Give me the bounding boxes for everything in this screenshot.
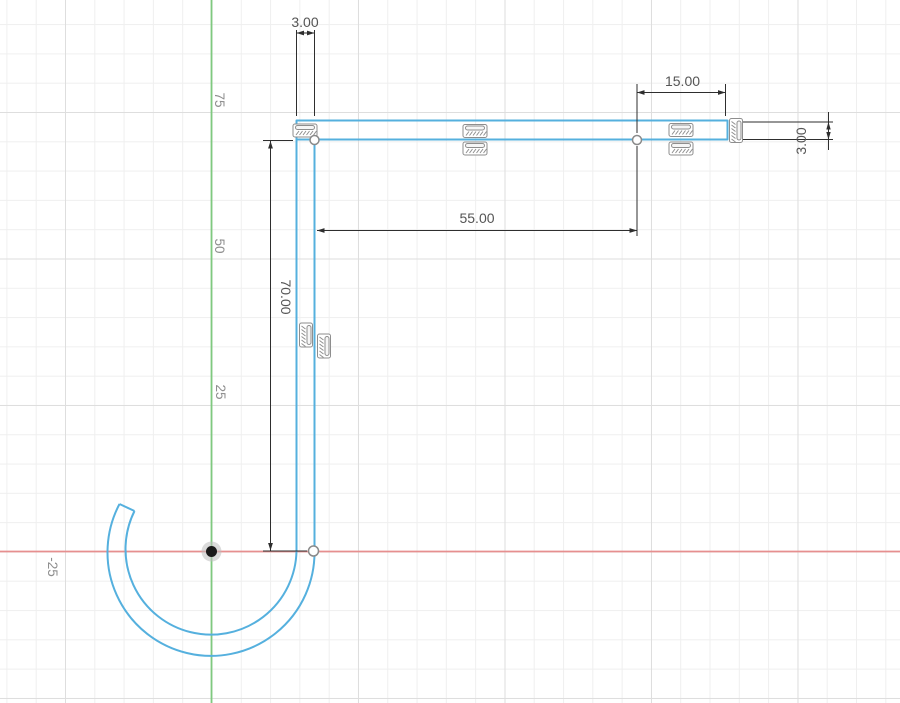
sketch-point[interactable] <box>631 134 643 146</box>
constraint-icon[interactable] <box>299 322 313 348</box>
sketch-hook-end-cap[interactable] <box>119 503 135 512</box>
constraint-icon[interactable] <box>668 141 694 156</box>
axis-label-50: 50 <box>211 238 227 254</box>
dimension-top-thickness[interactable] <box>296 30 315 116</box>
sketch-point[interactable] <box>309 134 320 146</box>
sketch-point[interactable] <box>307 545 320 557</box>
axis-label-neg-25: -25 <box>44 556 60 577</box>
dimension-label-bar-length[interactable]: 55.00 <box>459 211 494 225</box>
dimension-right-thickness[interactable] <box>731 112 833 150</box>
axis-label-25: 25 <box>212 383 228 400</box>
dimension-label-top-thickness[interactable]: 3.00 <box>291 15 318 29</box>
dimension-label-end-offset[interactable]: 15.00 <box>665 74 700 88</box>
dimension-label-height[interactable]: 70.00 <box>278 279 294 314</box>
origin-point-icon[interactable] <box>201 541 222 562</box>
constraint-icon[interactable] <box>462 141 488 156</box>
dimension-label-right-thickness[interactable]: 3.00 <box>793 127 809 154</box>
axis-label-75: 75 <box>211 92 227 108</box>
constraint-icon[interactable] <box>317 333 331 359</box>
constraint-icon[interactable] <box>668 123 694 137</box>
sketch-top-bar[interactable] <box>295 119 729 552</box>
sketch-canvas[interactable]: 3.00 15.00 55.00 70.00 3.00 75 50 25 -25 <box>0 0 900 703</box>
constraint-icon[interactable] <box>462 124 488 138</box>
sketch-profile[interactable] <box>106 119 729 657</box>
constraint-icon[interactable] <box>729 118 743 143</box>
